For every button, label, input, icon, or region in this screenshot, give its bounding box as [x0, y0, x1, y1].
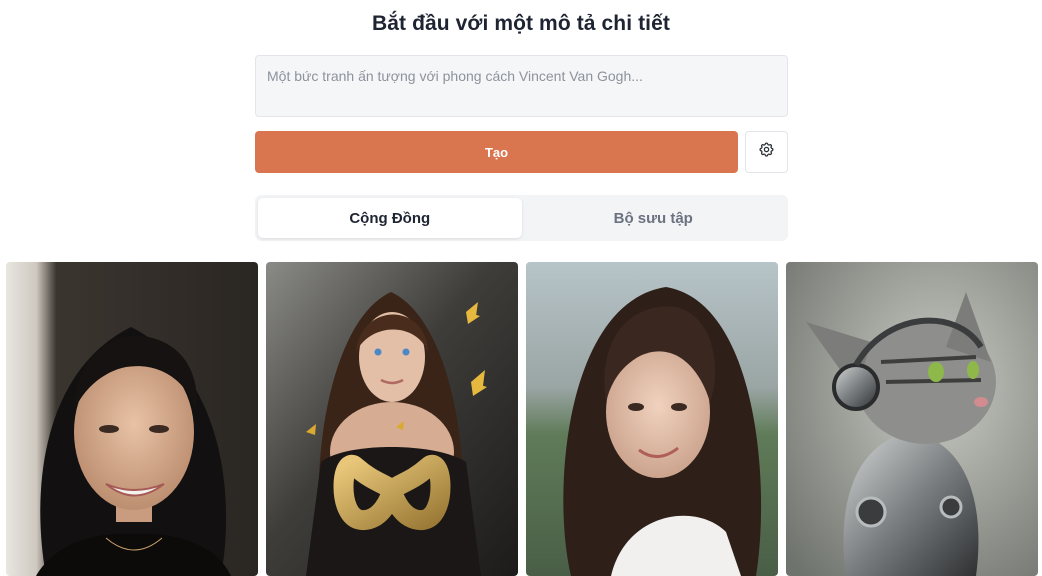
tab-bar: Cộng Đồng Bộ sưu tập — [255, 195, 788, 241]
settings-button[interactable] — [745, 131, 788, 173]
gear-icon — [758, 141, 775, 163]
image-gallery — [0, 262, 1042, 576]
tab-collection[interactable]: Bộ sưu tập — [522, 198, 786, 238]
page-title: Bắt đầu với một mô tả chi tiết — [372, 12, 670, 35]
gallery-image-smiling-girl[interactable] — [526, 262, 778, 576]
gallery-image-portrait-woman[interactable] — [6, 262, 258, 576]
generate-button[interactable]: Tạo — [255, 131, 738, 173]
prompt-input[interactable] — [255, 55, 788, 117]
tab-community[interactable]: Cộng Đồng — [258, 198, 522, 238]
page: Bắt đầu với một mô tả chi tiết Tạo Cộng … — [0, 0, 1042, 576]
gallery-image-robot-cat[interactable] — [786, 262, 1038, 576]
gallery-image-fantasy-infinity[interactable] — [266, 262, 518, 576]
